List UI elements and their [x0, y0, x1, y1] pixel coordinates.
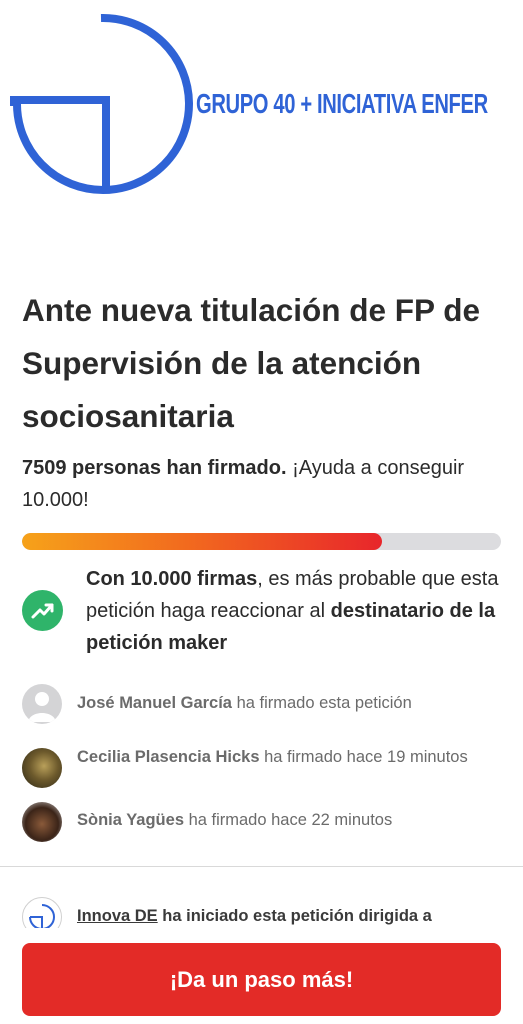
default-avatar-icon: [22, 684, 62, 724]
signer-action: ha firmado hace 19 minutos: [259, 748, 468, 766]
petition-banner-image: GRUPO 40 + INICIATIVA ENFER: [0, 0, 523, 205]
petition-title: Ante nueva titulación de FP de Supervisi…: [22, 292, 480, 434]
divider: [0, 866, 523, 867]
next-step-button[interactable]: ¡Da un paso más!: [22, 943, 501, 1016]
signer-name: Cecilia Plasencia Hicks: [77, 748, 260, 766]
starter-org-link[interactable]: Innova DE: [77, 907, 158, 925]
trending-up-icon: [22, 590, 63, 631]
avatar: [22, 802, 62, 842]
signer-action: ha firmado hace 22 minutos: [184, 811, 393, 829]
banner-title: GRUPO 40 + INICIATIVA ENFER: [196, 88, 488, 119]
group-logo: [10, 13, 193, 194]
starter-text: ha iniciado esta petición dirigida a: [157, 907, 432, 925]
goal-message: Con 10.000 firmas, es más probable que e…: [86, 563, 506, 659]
signer-action: ha firmado esta petición: [232, 694, 412, 712]
signature-progress-bar: [22, 533, 501, 550]
signer-name: José Manuel García: [77, 694, 232, 712]
signed-count-text: 7509 personas han firmado.: [22, 457, 287, 479]
signer-name: Sònia Yagües: [77, 811, 184, 829]
signature-count: 7509 personas han firmado. ¡Ayuda a cons…: [22, 452, 502, 516]
progress-fill: [22, 533, 382, 550]
goal-lead: Con 10.000 firmas: [86, 568, 258, 590]
avatar: [22, 748, 62, 788]
